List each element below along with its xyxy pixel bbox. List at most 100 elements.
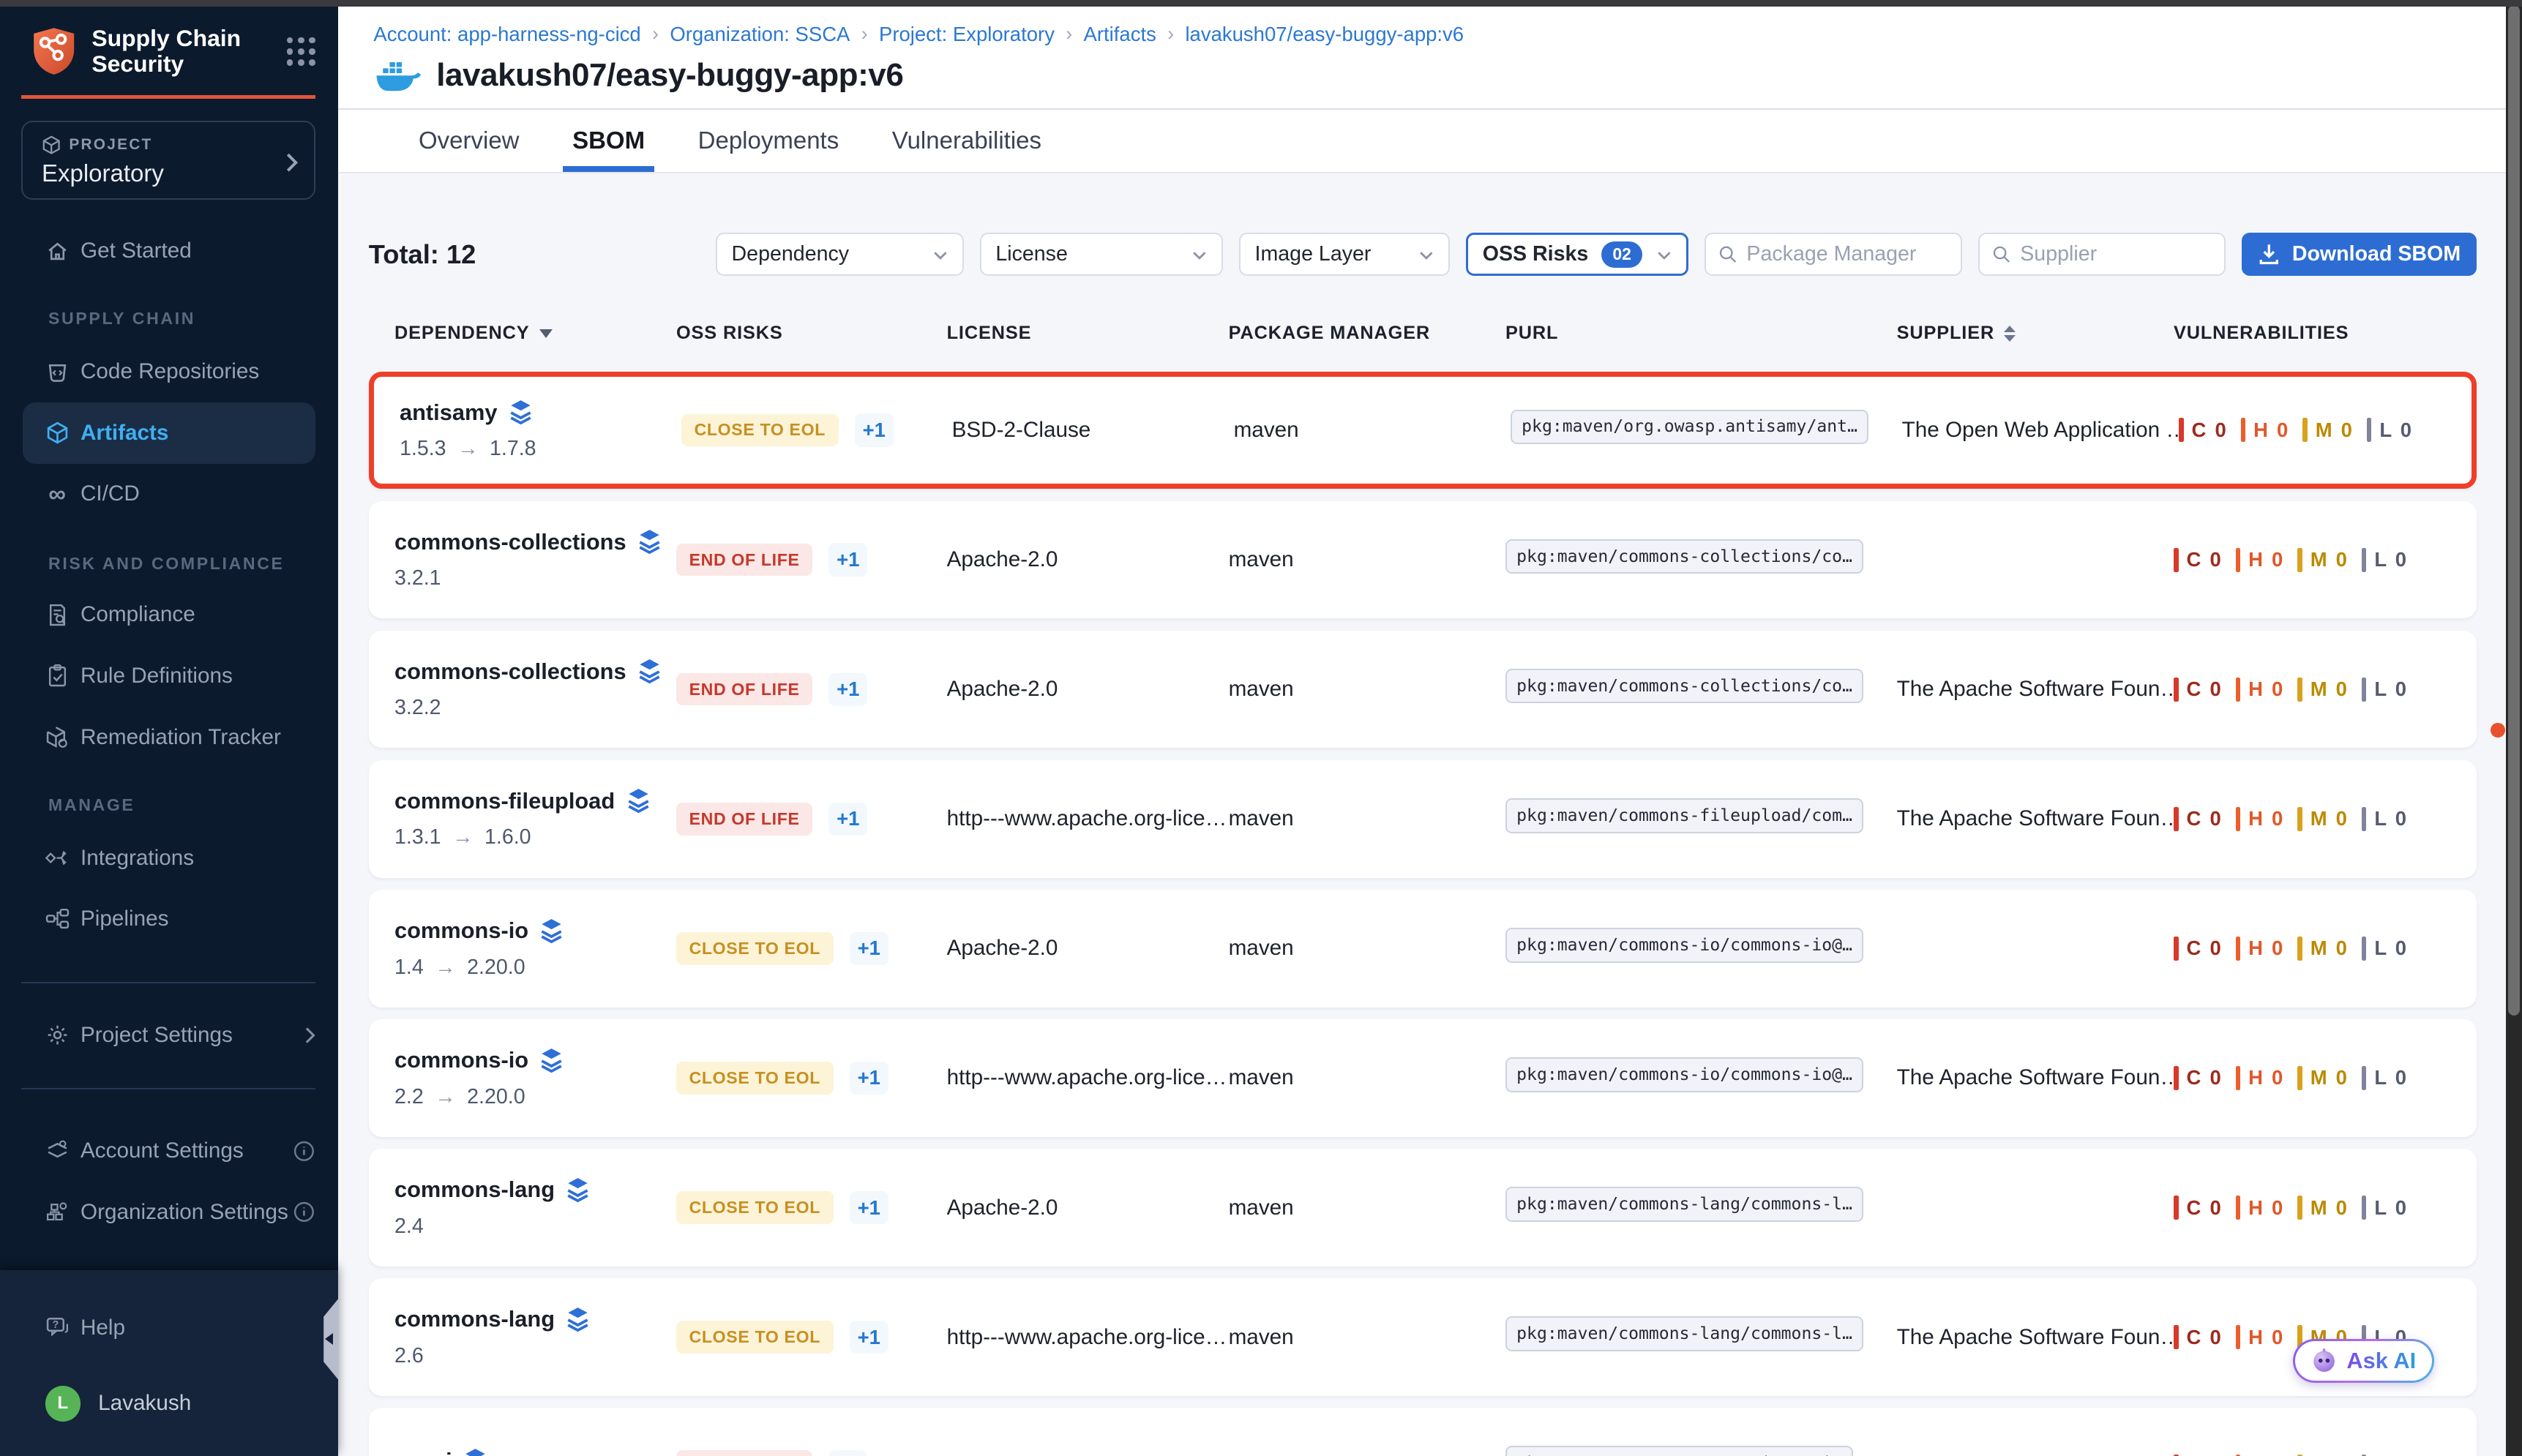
recommended-version: 2.20.0 [467, 1085, 525, 1109]
risk-badge: END OF LIFE [676, 1450, 812, 1456]
table-row[interactable]: antisamy 1.5.3 → 1.7.8 CLOSE TO EOL +1 B… [369, 372, 2477, 489]
page-scrollbar[interactable] [2506, 0, 2522, 1456]
vuln-count-l: L 0 [2362, 678, 2408, 702]
sidebar-item-project-settings[interactable]: Project Settings [23, 1005, 315, 1066]
version-info: 1.3.1 → 1.6.0 [394, 825, 676, 849]
sidebar-item-compliance[interactable]: Compliance [23, 585, 315, 646]
risk-extra-badge[interactable]: +1 [850, 1062, 888, 1095]
purl-chip[interactable]: pkg:maven/org.owasp.antisamy/ant… [1511, 410, 1868, 445]
table-row[interactable]: commons-io 2.2 → 2.20.0 CLOSE TO EOL +1 … [369, 1019, 2477, 1137]
tab-vulnerabilities[interactable]: Vulnerabilities [883, 110, 1052, 172]
download-sbom-button[interactable]: Download SBOM [2242, 233, 2477, 276]
risk-badge: CLOSE TO EOL [676, 1191, 834, 1224]
risk-extra-badge[interactable]: +1 [850, 1191, 888, 1224]
purl-chip[interactable]: pkg:maven/commons-collections/co… [1505, 539, 1863, 574]
package-manager-cell: maven [1229, 677, 1505, 702]
risk-extra-badge[interactable]: +1 [828, 543, 867, 576]
license-cell: Apache-2.0 [947, 936, 1229, 961]
risk-extra-badge[interactable]: +1 [855, 413, 894, 446]
package-manager-search[interactable] [1705, 233, 1962, 276]
app-logo[interactable]: Supply Chain Security [32, 26, 315, 77]
package-manager-cell: maven [1229, 1325, 1505, 1350]
breadcrumb-account[interactable]: Account: app-harness-ng-cicd [373, 23, 640, 46]
ask-ai-button[interactable]: Ask AI [2293, 1339, 2435, 1382]
breadcrumb-current[interactable]: lavakush07/easy-buggy-app:v6 [1185, 23, 1464, 46]
tab-overview[interactable]: Overview [409, 110, 529, 172]
supplier-search[interactable] [1978, 233, 2226, 276]
project-label: PROJECT [69, 136, 152, 154]
table-row[interactable]: commons-fileupload 1.3.1 → 1.6.0 END OF … [369, 760, 2477, 878]
table-header: DEPENDENCY OSS RISKS LICENSE PACKAGE MAN… [369, 323, 2477, 344]
purl-chip[interactable]: pkg:maven/commons-io/commons-io@… [1505, 928, 1863, 963]
purl-chip[interactable]: pkg:maven/commons-io/commons-io@… [1505, 1057, 1863, 1092]
sidebar-item-artifacts[interactable]: Artifacts [23, 402, 315, 464]
recommended-version: 1.7.8 [490, 437, 536, 461]
table-row[interactable]: commons-lang 2.4 CLOSE TO EOL +1 Apache-… [369, 1149, 2477, 1267]
tab-sbom[interactable]: SBOM [563, 110, 654, 172]
breadcrumb-organization[interactable]: Organization: SSCA [670, 23, 850, 46]
filter-image-layer[interactable]: Image Layer [1239, 233, 1450, 276]
table-row[interactable]: commons-io 1.4 → 2.20.0 CLOSE TO EOL +1 … [369, 890, 2477, 1007]
document-search-icon [45, 602, 70, 628]
risk-extra-badge[interactable]: +1 [828, 673, 867, 706]
dependency-cell: antisamy 1.5.3 → 1.7.8 [400, 399, 681, 461]
project-selector[interactable]: PROJECT Exploratory [21, 121, 316, 200]
breadcrumb-project[interactable]: Project: Exploratory [879, 23, 1055, 46]
column-supplier[interactable]: SUPPLIER [1897, 323, 2174, 344]
risk-badge: CLOSE TO EOL [676, 1321, 834, 1354]
purl-cell: pkg:maven/commons-collections/co… [1505, 669, 1897, 710]
sidebar-item-get-started[interactable]: Get Started [23, 220, 315, 282]
purl-chip[interactable]: pkg:maven/commons-lang/commons-l… [1505, 1316, 1863, 1351]
purl-chip[interactable]: pkg:maven/commons-lang/commons-l… [1505, 1187, 1863, 1222]
table-row[interactable]: commons-collections 3.2.2 END OF LIFE +1… [369, 631, 2477, 748]
risk-extra-badge[interactable]: +1 [850, 932, 888, 965]
sidebar-item-rule-definitions[interactable]: Rule Definitions [23, 645, 315, 707]
vulnerabilities-cell: C 0H 0M 0L 0 [2174, 548, 2451, 572]
sidebar-item-account-settings[interactable]: Account Settings [23, 1120, 315, 1182]
risk-badge: END OF LIFE [676, 803, 812, 836]
risk-extra-badge[interactable]: +1 [828, 1450, 867, 1456]
sidebar-item-pipelines[interactable]: Pipelines [23, 888, 315, 950]
sidebar-item-help[interactable]: ? Help [23, 1297, 315, 1359]
risk-badge: END OF LIFE [676, 544, 812, 577]
sidebar-item-code-repositories[interactable]: Code Repositories [23, 341, 315, 402]
breadcrumb-artifacts[interactable]: Artifacts [1084, 23, 1156, 46]
vuln-count-m: M 0 [2302, 418, 2354, 442]
download-icon [2259, 243, 2280, 266]
table-row[interactable]: esapi END OF LIFE +1 BSD Creative Common… [369, 1408, 2477, 1456]
sidebar-item-organization-settings[interactable]: Organization Settings [23, 1182, 315, 1243]
table-row[interactable]: commons-lang 2.6 CLOSE TO EOL +1 http---… [369, 1278, 2477, 1396]
oss-risk-cell: CLOSE TO EOL +1 [676, 1191, 947, 1224]
filter-license[interactable]: License [980, 233, 1223, 276]
layers-gear-icon [45, 1138, 70, 1163]
risk-extra-badge[interactable]: +1 [828, 803, 867, 836]
scrollbar-thumb[interactable] [2508, 5, 2519, 1016]
risk-extra-badge[interactable]: +1 [850, 1321, 888, 1354]
sidebar-item-cicd[interactable]: ∞ CI/CD [23, 464, 315, 525]
tab-deployments[interactable]: Deployments [688, 110, 848, 172]
purl-chip[interactable]: pkg:maven/commons-collections/co… [1505, 669, 1863, 704]
supplier-input[interactable] [2020, 242, 2211, 266]
oss-risk-cell: END OF LIFE +1 [676, 543, 947, 576]
app-switcher-icon[interactable] [287, 37, 316, 67]
chevron-right-icon [285, 153, 299, 172]
version-info: 2.4 [394, 1215, 676, 1239]
sidebar-item-integrations[interactable]: Integrations [23, 828, 315, 889]
purl-chip[interactable]: pkg:maven/commons-fileupload/com… [1505, 798, 1863, 833]
package-manager-cell: maven [1234, 418, 1511, 443]
filter-dependency[interactable]: Dependency [716, 233, 964, 276]
table-row[interactable]: commons-collections 3.2.1 END OF LIFE +1… [369, 501, 2477, 619]
package-manager-input[interactable] [1746, 242, 1947, 266]
sidebar-item-remediation-tracker[interactable]: Remediation Tracker [23, 707, 315, 768]
column-dependency[interactable]: DEPENDENCY [394, 323, 676, 344]
vuln-count-c: C 0 [2174, 548, 2223, 572]
purl-chip[interactable]: pkg:maven/org.owasp.esapi/esapi… [1505, 1446, 1853, 1456]
license-cell: Apache-2.0 [947, 547, 1229, 572]
svg-text:?: ? [52, 1319, 59, 1331]
user-menu[interactable]: L Lavakush [23, 1373, 315, 1435]
vuln-count-c: C 0 [2174, 807, 2223, 831]
oss-risk-cell: CLOSE TO EOL +1 [676, 1321, 947, 1354]
dependency-cell: commons-io 1.4 → 2.20.0 [394, 917, 676, 979]
sidebar-section-supply-chain: SUPPLY CHAIN [48, 309, 195, 329]
filter-oss-risks[interactable]: OSS Risks 02 [1466, 233, 1688, 276]
